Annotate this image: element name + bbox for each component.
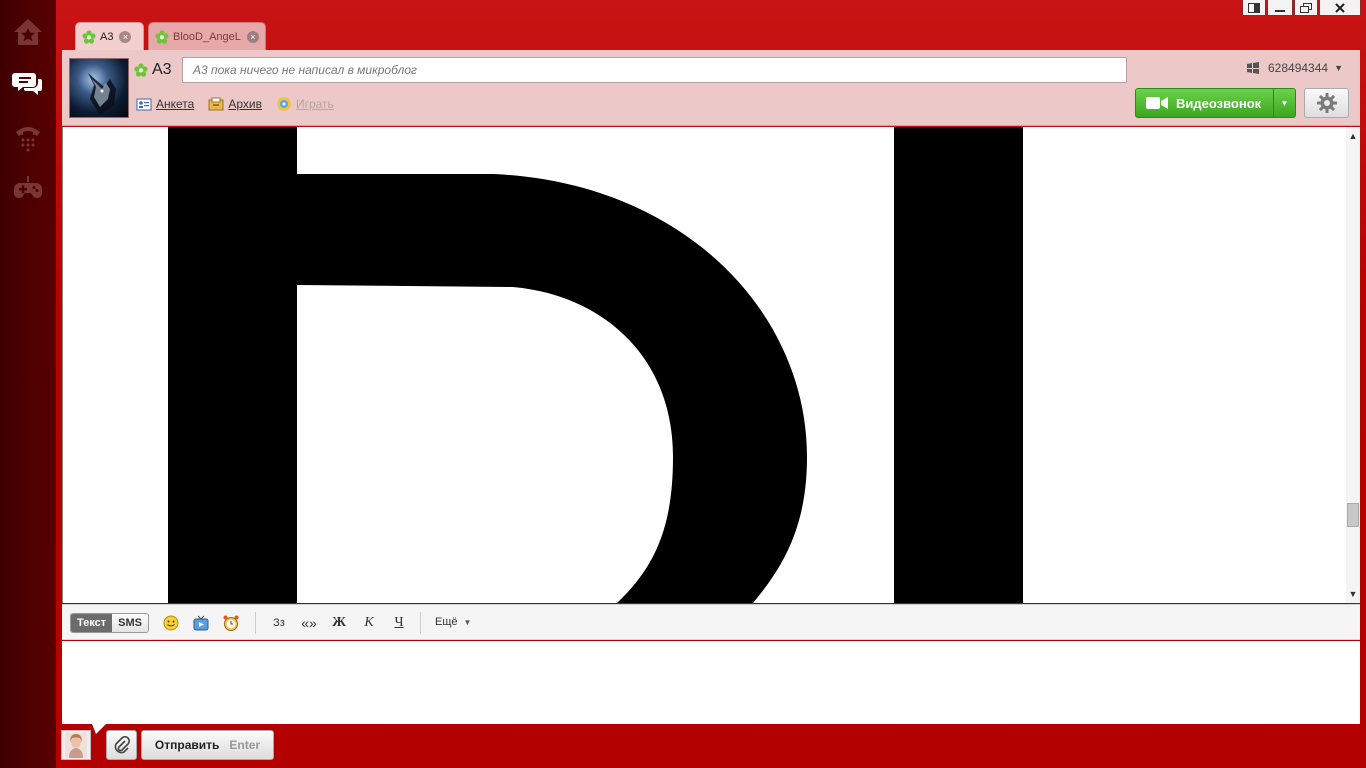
bold-button[interactable]: Ж [328,613,350,633]
nav-rail [0,0,56,768]
contact-links: Анкета Архив Играть [136,96,334,112]
wolf-avatar-image [88,73,116,115]
archive-link[interactable]: Архив [208,97,262,111]
quote-button[interactable]: «» [298,613,320,633]
microblog-status: A3 пока ничего не написал в микроблог [182,57,1127,83]
tab-blood-angel[interactable]: BlooD_AngeL × [148,22,266,50]
tab-close-icon[interactable]: × [119,30,132,43]
account-selector[interactable]: 628494344 ▼ [1246,61,1343,75]
message-mode-toggle: Текст SMS [70,613,149,633]
alarm-clock-icon [223,615,239,631]
smiley-icon [163,615,179,631]
contact-name: A3 [152,61,172,78]
sticker-button[interactable] [190,613,212,633]
avatar-pointer [92,724,106,734]
more-menu-button[interactable]: Ещё ▼ [435,616,471,628]
icq-online-icon [82,29,96,44]
video-call-button[interactable]: Видеозвонок ▼ [1135,88,1296,118]
toolbar-divider [420,612,421,634]
archive-link-label: Архив [228,97,262,111]
attach-file-button[interactable] [106,730,137,760]
scroll-thumb[interactable] [1347,503,1359,527]
play-link[interactable]: Играть [276,96,334,112]
chat-scrollbar[interactable]: ▲ ▼ [1346,127,1360,603]
archive-icon [208,97,224,111]
video-call-label: Видеозвонок [1176,95,1262,111]
user-avatar-image [65,732,87,758]
minimize-icon [1275,9,1285,12]
close-window-button[interactable] [1319,0,1361,16]
scroll-down-icon[interactable]: ▼ [1346,587,1360,601]
format-toolbar: Текст SMS Зз «» Ж К Ч Ещё ▼ [62,604,1360,640]
paperclip-icon [114,736,130,754]
close-icon [1335,2,1345,13]
maximize-button[interactable] [1294,0,1318,16]
nav-games-button[interactable] [8,168,48,208]
underline-button[interactable]: Ч [388,613,410,633]
play-games-icon [276,97,291,111]
tab-label: BlooD_AngeL [173,30,241,43]
mode-sms-button[interactable]: SMS [112,614,148,632]
profile-card-icon [136,98,152,111]
profile-link-label: Анкета [156,97,195,111]
large-sticker-image [168,127,1023,603]
contact-avatar[interactable] [69,58,129,118]
gear-icon [1316,93,1337,113]
video-camera-icon [1146,97,1168,109]
icq-online-icon [134,63,148,77]
maximize-icon [1300,2,1312,13]
scroll-up-icon[interactable]: ▲ [1346,129,1360,143]
nav-chat-button[interactable] [8,64,48,104]
chevron-down-icon: ▼ [1334,63,1343,73]
phone-icon [16,127,40,152]
tab-close-icon[interactable]: × [246,30,259,43]
play-link-label: Играть [295,97,334,111]
contact-header: A3 A3 пока ничего не написал в микроблог… [62,50,1360,126]
icq-online-icon [155,29,169,44]
tv-sticker-icon [193,615,209,631]
windows-icon [1247,62,1259,74]
alarm-button[interactable] [220,613,242,633]
send-button-label: Отправить [154,738,220,752]
toolbar-divider [255,612,256,634]
profile-link[interactable]: Анкета [136,97,194,111]
send-shortcut-hint: Enter [229,738,261,752]
message-input[interactable] [62,641,1360,724]
chevron-down-icon: ▼ [463,617,472,627]
smiley-button[interactable] [160,613,182,633]
mode-text-button[interactable]: Текст [71,614,113,632]
video-call-dropdown[interactable]: ▼ [1273,89,1295,117]
restore-button[interactable] [1242,0,1266,16]
tab-a3[interactable]: A3 × [75,22,144,50]
send-button[interactable]: Отправить Enter [141,730,274,760]
tab-label: A3 [100,30,114,43]
nav-calls-button[interactable] [8,116,48,156]
gamepad-icon [14,176,42,198]
settings-button[interactable] [1304,88,1349,118]
my-avatar[interactable] [61,730,91,760]
restore-icon [1248,2,1260,13]
uin-number: 628494344 [1268,61,1329,75]
chat-icon [12,73,42,95]
translit-button[interactable]: Зз [268,613,290,633]
nav-home-button[interactable] [8,12,48,52]
minimize-button[interactable] [1267,0,1293,16]
more-menu-label: Ещё [435,616,458,628]
chat-history[interactable]: ▲ ▼ [62,127,1360,603]
italic-button[interactable]: К [358,613,380,633]
home-icon [14,19,42,45]
